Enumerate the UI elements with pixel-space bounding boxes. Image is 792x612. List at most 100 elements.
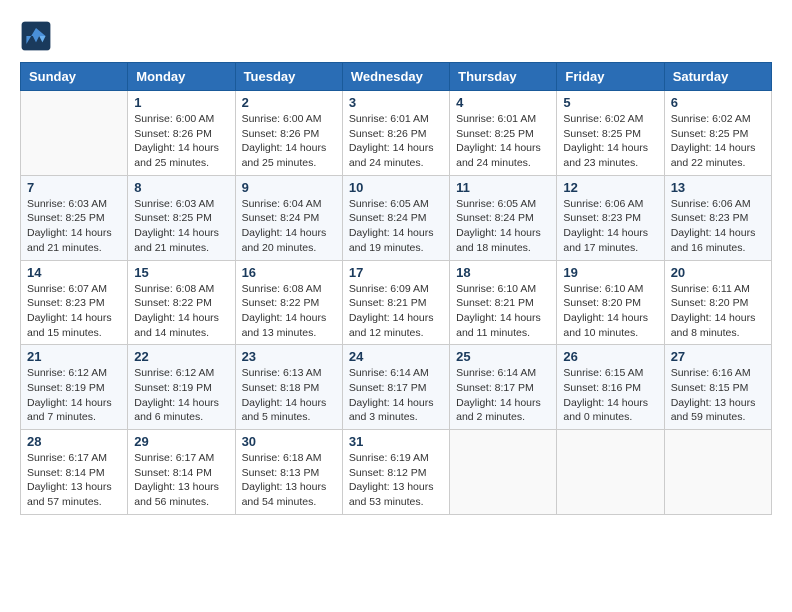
day-info: Sunrise: 6:04 AMSunset: 8:24 PMDaylight:… <box>242 197 336 256</box>
day-cell: 19 Sunrise: 6:10 AMSunset: 8:20 PMDayligh… <box>557 260 664 345</box>
day-info: Sunrise: 6:00 AMSunset: 8:26 PMDaylight:… <box>242 112 336 171</box>
day-cell: 22Sunrise: 6:12 AMSunset: 8:19 PMDayligh… <box>128 345 235 430</box>
day-cell <box>557 430 664 515</box>
day-info: Sunrise: 6:17 AMSunset: 8:14 PMDaylight:… <box>134 451 228 510</box>
day-number: 24 <box>349 349 443 364</box>
day-info: Sunrise: 6:08 AMSunset: 8:22 PMDaylight:… <box>134 282 228 341</box>
day-cell: 29 Sunrise: 6:17 AMSunset: 8:14 PMDayligh… <box>128 430 235 515</box>
day-number: 17 <box>349 265 443 280</box>
day-number: 2 <box>242 95 336 110</box>
day-info: Sunrise: 6:13 AMSunset: 8:18 PMDaylight:… <box>242 366 336 425</box>
day-cell: 5 Sunrise: 6:02 AMSunset: 8:25 PMDaylight… <box>557 91 664 176</box>
logo-icon <box>20 20 52 52</box>
day-cell: 7Sunrise: 6:03 AMSunset: 8:25 PMDaylight… <box>21 175 128 260</box>
day-number: 12 <box>563 180 657 195</box>
day-info: Sunrise: 6:06 AMSunset: 8:23 PMDaylight:… <box>563 197 657 256</box>
header-cell-wednesday: Wednesday <box>342 63 449 91</box>
day-cell <box>664 430 771 515</box>
day-cell: 11 Sunrise: 6:05 AMSunset: 8:24 PMDayligh… <box>450 175 557 260</box>
day-cell: 24 Sunrise: 6:14 AMSunset: 8:17 PMDayligh… <box>342 345 449 430</box>
day-cell: 31 Sunrise: 6:19 AMSunset: 8:12 PMDayligh… <box>342 430 449 515</box>
day-number: 16 <box>242 265 336 280</box>
day-cell: 21 Sunrise: 6:12 AMSunset: 8:19 PMDayligh… <box>21 345 128 430</box>
header-cell-saturday: Saturday <box>664 63 771 91</box>
header-cell-sunday: Sunday <box>21 63 128 91</box>
day-number: 28 <box>27 434 121 449</box>
day-number: 14 <box>27 265 121 280</box>
day-cell <box>21 91 128 176</box>
day-cell: 3Sunrise: 6:01 AMSunset: 8:26 PMDaylight… <box>342 91 449 176</box>
day-number: 9 <box>242 180 336 195</box>
day-cell: 26Sunrise: 6:15 AMSunset: 8:16 PMDayligh… <box>557 345 664 430</box>
day-cell: 15 Sunrise: 6:08 AMSunset: 8:22 PMDayligh… <box>128 260 235 345</box>
day-number: 10 <box>349 180 443 195</box>
day-number: 1 <box>134 95 228 110</box>
day-number: 30 <box>242 434 336 449</box>
day-info: Sunrise: 6:06 AMSunset: 8:23 PMDaylight:… <box>671 197 765 256</box>
day-info: Sunrise: 6:00 AMSunset: 8:26 PMDaylight:… <box>134 112 228 171</box>
calendar-body: 1 Sunrise: 6:00 AMSunset: 8:26 PMDaylight… <box>21 91 772 515</box>
day-cell: 30 Sunrise: 6:18 AMSunset: 8:13 PMDayligh… <box>235 430 342 515</box>
day-number: 6 <box>671 95 765 110</box>
day-cell <box>450 430 557 515</box>
day-number: 15 <box>134 265 228 280</box>
page-header <box>20 20 772 52</box>
day-info: Sunrise: 6:14 AMSunset: 8:17 PMDaylight:… <box>349 366 443 425</box>
day-info: Sunrise: 6:01 AMSunset: 8:25 PMDaylight:… <box>456 112 550 171</box>
day-info: Sunrise: 6:02 AMSunset: 8:25 PMDaylight:… <box>563 112 657 171</box>
day-number: 4 <box>456 95 550 110</box>
day-info: Sunrise: 6:19 AMSunset: 8:12 PMDaylight:… <box>349 451 443 510</box>
day-info: Sunrise: 6:09 AMSunset: 8:21 PMDaylight:… <box>349 282 443 341</box>
day-cell: 9 Sunrise: 6:04 AMSunset: 8:24 PMDaylight… <box>235 175 342 260</box>
header-row: SundayMondayTuesdayWednesdayThursdayFrid… <box>21 63 772 91</box>
day-number: 29 <box>134 434 228 449</box>
day-cell: 13 Sunrise: 6:06 AMSunset: 8:23 PMDayligh… <box>664 175 771 260</box>
header-cell-tuesday: Tuesday <box>235 63 342 91</box>
day-cell: 14 Sunrise: 6:07 AMSunset: 8:23 PMDayligh… <box>21 260 128 345</box>
day-number: 7 <box>27 180 121 195</box>
week-row-3: 14 Sunrise: 6:07 AMSunset: 8:23 PMDayligh… <box>21 260 772 345</box>
day-cell: 25 Sunrise: 6:14 AMSunset: 8:17 PMDayligh… <box>450 345 557 430</box>
day-number: 31 <box>349 434 443 449</box>
day-number: 5 <box>563 95 657 110</box>
day-info: Sunrise: 6:08 AMSunset: 8:22 PMDaylight:… <box>242 282 336 341</box>
day-info: Sunrise: 6:11 AMSunset: 8:20 PMDaylight:… <box>671 282 765 341</box>
day-cell: 2 Sunrise: 6:00 AMSunset: 8:26 PMDaylight… <box>235 91 342 176</box>
day-info: Sunrise: 6:07 AMSunset: 8:23 PMDaylight:… <box>27 282 121 341</box>
day-info: Sunrise: 6:12 AMSunset: 8:19 PMDaylight:… <box>27 366 121 425</box>
day-number: 8 <box>134 180 228 195</box>
day-info: Sunrise: 6:10 AMSunset: 8:20 PMDaylight:… <box>563 282 657 341</box>
day-cell: 1 Sunrise: 6:00 AMSunset: 8:26 PMDaylight… <box>128 91 235 176</box>
week-row-4: 21 Sunrise: 6:12 AMSunset: 8:19 PMDayligh… <box>21 345 772 430</box>
day-cell: 18Sunrise: 6:10 AMSunset: 8:21 PMDayligh… <box>450 260 557 345</box>
day-number: 19 <box>563 265 657 280</box>
day-info: Sunrise: 6:03 AMSunset: 8:25 PMDaylight:… <box>134 197 228 256</box>
header-cell-friday: Friday <box>557 63 664 91</box>
day-cell: 16 Sunrise: 6:08 AMSunset: 8:22 PMDayligh… <box>235 260 342 345</box>
day-info: Sunrise: 6:14 AMSunset: 8:17 PMDaylight:… <box>456 366 550 425</box>
day-info: Sunrise: 6:18 AMSunset: 8:13 PMDaylight:… <box>242 451 336 510</box>
day-cell: 28 Sunrise: 6:17 AMSunset: 8:14 PMDayligh… <box>21 430 128 515</box>
day-cell: 4 Sunrise: 6:01 AMSunset: 8:25 PMDaylight… <box>450 91 557 176</box>
day-cell: 6Sunrise: 6:02 AMSunset: 8:25 PMDaylight… <box>664 91 771 176</box>
logo <box>20 20 56 52</box>
day-cell: 17 Sunrise: 6:09 AMSunset: 8:21 PMDayligh… <box>342 260 449 345</box>
day-number: 25 <box>456 349 550 364</box>
day-cell: 27 Sunrise: 6:16 AMSunset: 8:15 PMDayligh… <box>664 345 771 430</box>
day-info: Sunrise: 6:01 AMSunset: 8:26 PMDaylight:… <box>349 112 443 171</box>
header-cell-thursday: Thursday <box>450 63 557 91</box>
day-info: Sunrise: 6:10 AMSunset: 8:21 PMDaylight:… <box>456 282 550 341</box>
day-number: 13 <box>671 180 765 195</box>
day-number: 21 <box>27 349 121 364</box>
week-row-1: 1 Sunrise: 6:00 AMSunset: 8:26 PMDaylight… <box>21 91 772 176</box>
day-cell: 20 Sunrise: 6:11 AMSunset: 8:20 PMDayligh… <box>664 260 771 345</box>
day-number: 27 <box>671 349 765 364</box>
day-info: Sunrise: 6:17 AMSunset: 8:14 PMDaylight:… <box>27 451 121 510</box>
day-number: 20 <box>671 265 765 280</box>
week-row-2: 7 Sunrise: 6:03 AMSunset: 8:25 PMDaylight… <box>21 175 772 260</box>
day-info: Sunrise: 6:05 AMSunset: 8:24 PMDaylight:… <box>456 197 550 256</box>
day-number: 11 <box>456 180 550 195</box>
day-info: Sunrise: 6:16 AMSunset: 8:15 PMDaylight:… <box>671 366 765 425</box>
day-cell: 12 Sunrise: 6:06 AMSunset: 8:23 PMDayligh… <box>557 175 664 260</box>
header-cell-monday: Monday <box>128 63 235 91</box>
